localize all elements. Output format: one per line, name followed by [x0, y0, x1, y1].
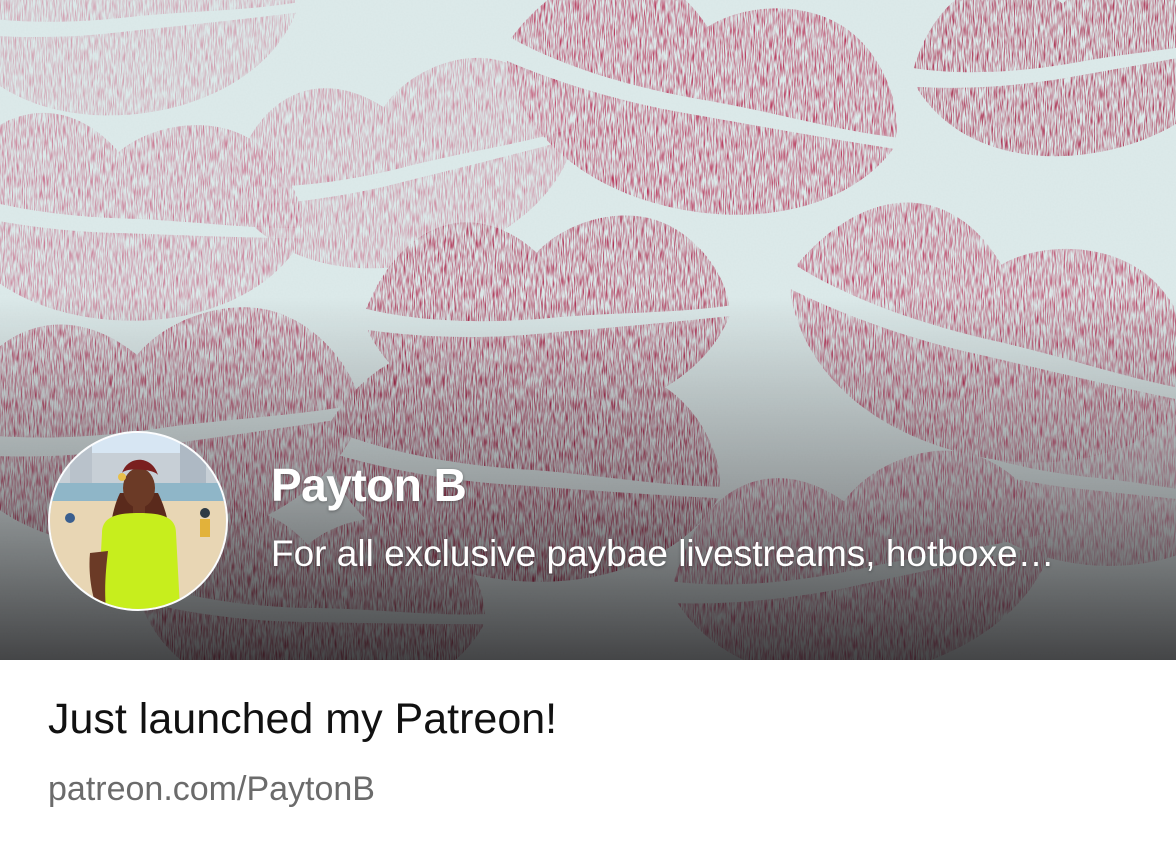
preview-headline[interactable]: Just launched my Patreon! [48, 695, 557, 744]
cover-banner: Payton B For all exclusive paybae livest… [0, 0, 1176, 660]
preview-url[interactable]: patreon.com/PaytonB [48, 770, 375, 809]
link-preview-card[interactable]: Payton B For all exclusive paybae livest… [0, 0, 1176, 852]
avatar-photo [50, 433, 226, 609]
creator-name[interactable]: Payton B [271, 458, 467, 512]
creator-avatar[interactable] [48, 431, 228, 611]
creator-summary: For all exclusive paybae livestreams, ho… [271, 533, 1055, 574]
